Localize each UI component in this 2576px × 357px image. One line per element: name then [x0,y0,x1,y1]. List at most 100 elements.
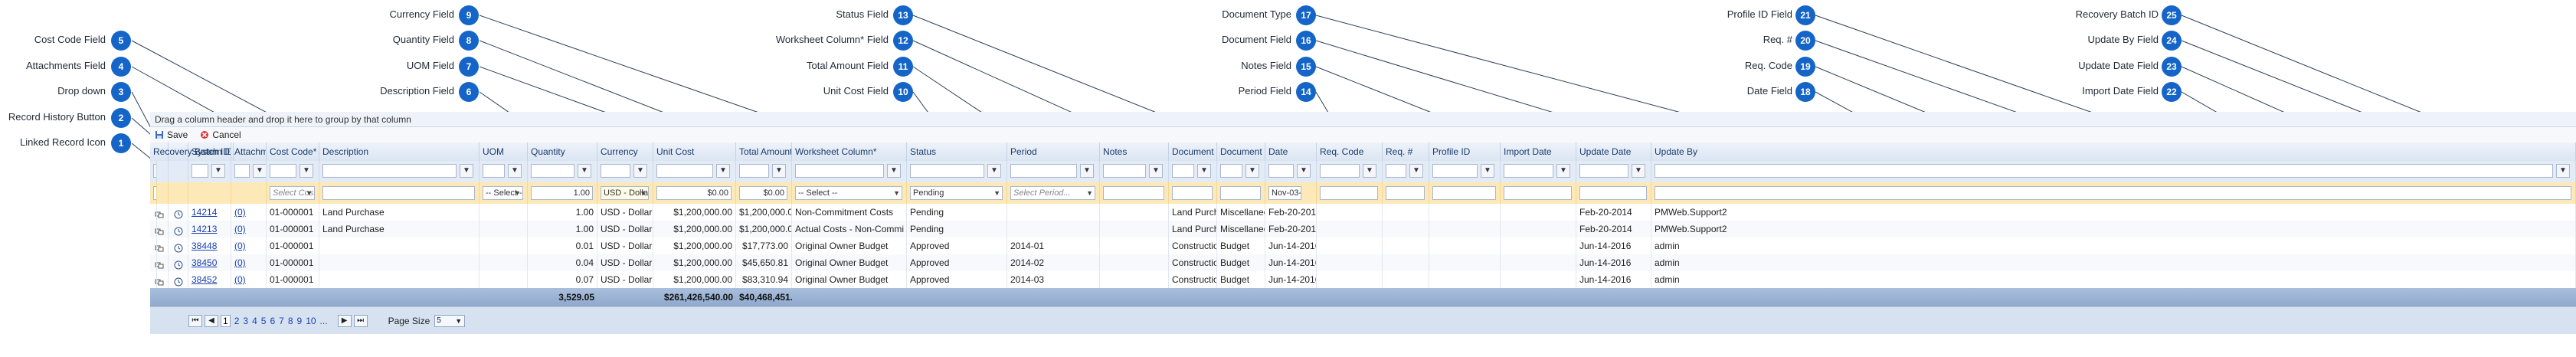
page-link-5[interactable]: 5 [261,316,267,326]
chevron-down-icon[interactable]: ▼ [1086,187,1093,199]
chevron-down-icon[interactable]: ▼ [455,317,462,325]
filter-icon[interactable]: ▼ [887,164,901,178]
filter-input[interactable] [1655,164,2553,178]
column-header-worksheet-column[interactable]: Worksheet Column* [792,142,907,161]
filter-icon[interactable]: ▼ [299,164,313,178]
column-header-update-date[interactable]: Update Date [1576,142,1651,161]
next-page-button[interactable]: ▶ [337,314,352,327]
filter-icon[interactable]: ▼ [1149,164,1163,178]
filter-icon[interactable]: ▼ [716,164,730,178]
insert-notes-field[interactable] [1103,186,1164,200]
filter-input[interactable] [1268,164,1294,178]
column-header-cost-code[interactable]: Cost Code* [267,142,319,161]
column-header-date[interactable]: Date [1265,142,1317,161]
filter-input[interactable] [270,164,296,178]
filter-input[interactable] [601,164,630,178]
page-link-6[interactable]: 6 [270,316,275,326]
filter-icon[interactable]: ▼ [1245,164,1259,178]
cell-attachments[interactable]: (0) [231,271,267,288]
column-header-period[interactable]: Period [1007,142,1100,161]
insert-recovery-batch-id-field[interactable] [153,186,156,200]
chevron-down-icon[interactable]: ▼ [993,187,1000,199]
insert-status-field[interactable]: Pending ▼ [910,186,1003,200]
column-header-recovery-batch-id[interactable]: Recovery Batch ID [150,142,234,161]
cell-attachments[interactable]: (0) [231,204,267,221]
page-link-11[interactable]: ... [320,316,328,326]
record-history-icon[interactable] [174,275,183,287]
filter-input[interactable] [483,164,505,178]
filter-input[interactable] [1504,164,1553,178]
insert-cost-code-field[interactable]: Select Cost Code...▼ [270,186,315,200]
last-page-button[interactable]: ⏭ [353,314,368,327]
filter-input[interactable] [1172,164,1194,178]
page-link-2[interactable]: 2 [234,316,240,326]
filter-input[interactable] [1432,164,1478,178]
column-header-unit-cost[interactable]: Unit Cost [653,142,736,161]
first-page-button[interactable]: ⏮ [188,314,202,327]
cell-system-id[interactable]: 14214 [188,204,231,221]
cell-attachments[interactable]: (0) [231,254,267,271]
filter-icon[interactable]: ▼ [1080,164,1094,178]
filter-icon[interactable]: ▼ [508,164,522,178]
column-header-req-no[interactable]: Req. # [1383,142,1429,161]
insert-total-amount-field[interactable]: $0.00 [739,186,787,200]
filter-icon[interactable]: ▼ [1556,164,1570,178]
filter-input[interactable] [1103,164,1146,178]
filter-icon[interactable]: ▼ [2556,164,2570,178]
chevron-down-icon[interactable]: ▼ [306,187,313,199]
filter-input[interactable] [739,164,769,178]
page-link-8[interactable]: 8 [288,316,293,326]
filter-icon[interactable]: ▼ [633,164,647,178]
filter-icon[interactable]: ▼ [460,164,473,178]
filter-input[interactable] [1386,164,1406,178]
column-header-quantity[interactable]: Quantity [528,142,597,161]
insert-description-field[interactable] [322,186,475,200]
cell-system-id[interactable]: 14213 [188,221,231,237]
filter-icon[interactable]: ▼ [253,164,266,178]
insert-update-date-field[interactable] [1579,186,1647,200]
cell-system-id[interactable]: 38450 [188,254,231,271]
chevron-down-icon[interactable]: ▼ [514,187,521,199]
column-header-notes[interactable]: Notes [1100,142,1169,161]
insert-document-field[interactable] [1172,186,1213,200]
filter-input[interactable] [1220,164,1242,178]
filter-input[interactable] [1320,164,1360,178]
insert-unit-cost-field[interactable]: $0.00 [656,186,732,200]
group-by-drop-zone[interactable]: Drag a column header and drop it here to… [150,112,2576,127]
prev-page-button[interactable]: ◀ [205,314,218,327]
insert-update-by-field[interactable] [1655,186,2571,200]
filter-icon[interactable]: ▼ [578,164,591,178]
filter-input[interactable] [910,164,984,178]
insert-quantity-field[interactable]: 1.00 [531,186,593,200]
filter-input[interactable] [1579,164,1628,178]
page-link-9[interactable]: 9 [297,316,303,326]
chevron-down-icon[interactable]: ▼ [640,187,646,199]
column-header-uom[interactable]: UOM [480,142,528,161]
cell-system-id[interactable]: 38448 [188,237,231,254]
insert-currency-field[interactable]: USD - Dollar (USA)▼ [601,186,649,200]
chevron-down-icon[interactable]: ▼ [893,187,900,199]
column-header-attachments[interactable]: Attachments [231,142,267,161]
insert-req-code-field[interactable] [1320,186,1378,200]
cell-attachments[interactable]: (0) [231,221,267,237]
column-header-description[interactable]: Description [319,142,480,161]
cell-attachments[interactable]: (0) [231,237,267,254]
column-header-document-type[interactable]: Document Type [1217,142,1265,161]
filter-icon[interactable]: ▼ [211,164,225,178]
filter-input[interactable] [234,164,250,178]
page-link-1[interactable]: 1 [221,314,231,327]
insert-document-type-field[interactable] [1220,186,1261,200]
insert-date-field[interactable]: Nov-03-2016▦ [1268,186,1301,200]
insert-period-field[interactable]: Select Period... ▼ [1010,186,1095,200]
filter-icon[interactable]: ▼ [1632,164,1645,178]
column-header-total-amount[interactable]: Total Amount [736,142,792,161]
filter-icon[interactable]: ▼ [1409,164,1423,178]
cancel-button[interactable]: Cancel [200,129,241,140]
filter-input[interactable] [795,164,884,178]
insert-req-no-field[interactable] [1386,186,1425,200]
insert-import-date-field[interactable] [1504,186,1572,200]
column-header-update-by[interactable]: Update By [1651,142,2576,161]
filter-input[interactable] [191,164,208,178]
save-button[interactable]: Save [155,129,188,140]
cell-system-id[interactable]: 38452 [188,271,231,288]
